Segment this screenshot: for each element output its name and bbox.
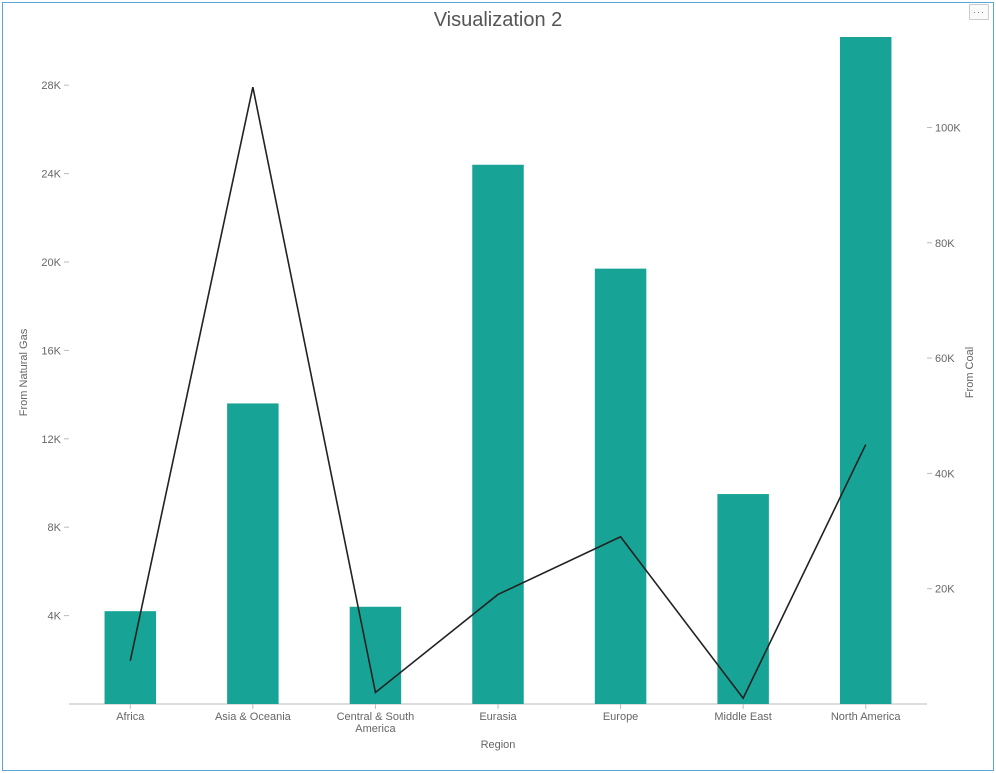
x-axis-label: Region bbox=[481, 739, 516, 751]
svg-text:Eurasia: Eurasia bbox=[479, 711, 517, 723]
y-right-axis-label: From Coal bbox=[964, 347, 976, 398]
more-options-button[interactable]: ··· bbox=[969, 4, 989, 20]
svg-text:Central & South: Central & South bbox=[337, 711, 415, 723]
svg-text:Middle East: Middle East bbox=[714, 711, 771, 723]
chart-card: Visualization 2 ··· 4K 8K 12K 16K 20K 24K 28K F… bbox=[2, 2, 994, 771]
bar bbox=[840, 37, 891, 704]
svg-text:24K: 24K bbox=[41, 169, 61, 181]
svg-text:80K: 80K bbox=[935, 238, 955, 250]
ellipsis-icon: ··· bbox=[973, 8, 985, 17]
svg-text:8K: 8K bbox=[48, 522, 62, 534]
svg-text:100K: 100K bbox=[935, 122, 961, 134]
svg-text:Africa: Africa bbox=[116, 711, 145, 723]
svg-text:28K: 28K bbox=[41, 80, 61, 92]
svg-text:America: America bbox=[355, 723, 396, 735]
svg-text:40K: 40K bbox=[935, 468, 955, 480]
chart-plot-area: 4K 8K 12K 16K 20K 24K 28K From Natural Gas 20K 40… bbox=[11, 37, 985, 762]
svg-text:North America: North America bbox=[831, 711, 902, 723]
bar bbox=[472, 165, 523, 704]
svg-text:4K: 4K bbox=[48, 611, 62, 623]
svg-text:12K: 12K bbox=[41, 434, 61, 446]
bar bbox=[227, 403, 278, 704]
svg-text:20K: 20K bbox=[935, 584, 955, 596]
bar bbox=[717, 494, 768, 704]
svg-text:60K: 60K bbox=[935, 353, 955, 365]
bar bbox=[595, 269, 646, 704]
y-left-axis-label: From Natural Gas bbox=[18, 328, 30, 416]
svg-text:Europe: Europe bbox=[603, 711, 638, 723]
combo-chart-svg: 4K 8K 12K 16K 20K 24K 28K From Natural Gas 20K 40… bbox=[11, 37, 985, 762]
svg-text:20K: 20K bbox=[41, 257, 61, 269]
svg-text:Asia & Oceania: Asia & Oceania bbox=[215, 711, 292, 723]
chart-title: Visualization 2 bbox=[3, 9, 993, 32]
svg-text:16K: 16K bbox=[41, 345, 61, 357]
